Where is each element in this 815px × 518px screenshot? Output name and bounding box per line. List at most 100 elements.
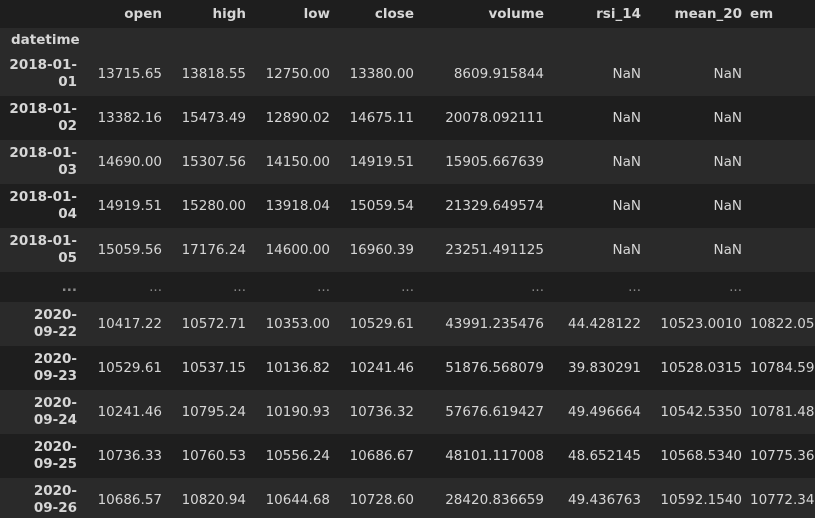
cell-low: 10644.68	[265, 492, 330, 508]
cell-rsi-14: NaN	[612, 154, 641, 170]
row-index-date-part-a: 2020-	[33, 351, 77, 367]
ellipsis-cell	[748, 272, 815, 302]
cell-open: 10736.33	[97, 448, 162, 464]
cell-low: 10556.24	[265, 448, 330, 464]
cell-low: 12750.00	[265, 66, 330, 82]
column-header-ema: em	[750, 6, 774, 22]
cell-rsi-14: NaN	[612, 242, 641, 258]
cell-volume: 51876.568079	[445, 360, 544, 376]
index-name: datetime	[11, 32, 80, 48]
row-index-date-part-b: 09-23	[33, 368, 77, 384]
cell-high: 15307.56	[181, 154, 246, 170]
cell-mean-20: 10523.0010	[660, 316, 742, 332]
row-index-date-part-a: 2020-	[33, 395, 77, 411]
cell-close: 14919.51	[349, 154, 414, 170]
cell-em: 10772.34	[750, 492, 815, 508]
index-name-row: datetime	[0, 28, 815, 52]
cell-open: 14919.51	[97, 198, 162, 214]
cell-open: 13715.65	[97, 66, 162, 82]
row-index-date-part-b: 02	[58, 118, 77, 134]
cell-em	[748, 52, 815, 96]
table-row: 2020- 09-22 10417.22 10572.71 10353.00 10529.…	[0, 302, 815, 346]
cell-close: 10736.32	[349, 404, 414, 420]
cell-rsi-14: 44.428122	[567, 316, 641, 332]
cell-low: 12890.02	[265, 110, 330, 126]
cell-high: 17176.24	[181, 242, 246, 258]
cell-low: 13918.04	[265, 198, 330, 214]
cell-volume: 8609.915844	[453, 66, 544, 82]
row-index-date: 2018-01- 03	[0, 140, 85, 184]
cell-mean-20: 10542.5350	[660, 404, 742, 420]
cell-high: 10795.24	[181, 404, 246, 420]
row-index-date: 2018-01- 04	[0, 184, 85, 228]
row-index-date-part-a: 2020-	[33, 483, 77, 499]
dataframe-output: open high low close volume rsi_14 mean_2…	[0, 0, 815, 518]
cell-close: 14675.11	[349, 110, 414, 126]
row-index-date-part-b: 03	[58, 162, 77, 178]
cell-mean-20: 10568.5340	[660, 448, 742, 464]
column-header-row: open high low close volume rsi_14 mean_2…	[0, 0, 815, 28]
cell-rsi-14: 48.652145	[567, 448, 641, 464]
cell-volume: 15905.667639	[445, 154, 544, 170]
row-index-date-part-a: 2018-01-	[9, 189, 77, 205]
row-index-date-part-b: 09-26	[33, 500, 77, 516]
table-row: 2018-01- 02 13382.16 15473.49 12890.02 14675.…	[0, 96, 815, 140]
column-header-mean-20: mean_20	[674, 6, 742, 22]
cell-close: 10686.67	[349, 448, 414, 464]
cell-low: 10136.82	[265, 360, 330, 376]
cell-low: 14600.00	[265, 242, 330, 258]
cell-mean-20: NaN	[713, 198, 742, 214]
cell-open: 10529.61	[97, 360, 162, 376]
cell-high: 10537.15	[181, 360, 246, 376]
row-index-date: 2020- 09-26	[0, 478, 85, 518]
cell-close: 13380.00	[349, 66, 414, 82]
index-corner	[0, 0, 85, 28]
table-row: 2018-01- 05 15059.56 17176.24 14600.00 16960.…	[0, 228, 815, 272]
cell-mean-20: NaN	[713, 242, 742, 258]
table-row: 2018-01- 03 14690.00 15307.56 14150.00 14919.…	[0, 140, 815, 184]
cell-volume: 20078.092111	[445, 110, 544, 126]
row-index-date-part-b: 09-22	[33, 324, 77, 340]
cell-low: 10190.93	[265, 404, 330, 420]
cell-open: 10686.57	[97, 492, 162, 508]
cell-high: 10572.71	[181, 316, 246, 332]
cell-mean-20: NaN	[713, 66, 742, 82]
cell-em: 10781.48	[750, 404, 815, 420]
table-row: 2020- 09-24 10241.46 10795.24 10190.93 10736.…	[0, 390, 815, 434]
cell-em: 10784.59	[750, 360, 815, 376]
cell-low: 14150.00	[265, 154, 330, 170]
row-index-date-part-a: 2018-01-	[9, 101, 77, 117]
cell-em	[748, 96, 815, 140]
cell-rsi-14: NaN	[612, 110, 641, 126]
ellipsis-cell: ...	[628, 279, 641, 295]
cell-em	[748, 228, 815, 272]
table-row: 2018-01- 01 13715.65 13818.55 12750.00 13380.…	[0, 52, 815, 96]
cell-open: 10417.22	[97, 316, 162, 332]
row-index-date-part-b: 09-25	[33, 456, 77, 472]
dataframe-table: open high low close volume rsi_14 mean_2…	[0, 0, 815, 518]
cell-open: 13382.16	[97, 110, 162, 126]
row-index-date-part-a: 2018-01-	[9, 57, 77, 73]
table-row: 2020- 09-25 10736.33 10760.53 10556.24 10686.…	[0, 434, 815, 478]
ellipsis-cell: ...	[531, 279, 544, 295]
ellipsis-index: ...	[61, 278, 77, 295]
row-index-date: 2020- 09-23	[0, 346, 85, 390]
cell-close: 16960.39	[349, 242, 414, 258]
row-index-date: 2018-01- 01	[0, 52, 85, 96]
cell-high: 10820.94	[181, 492, 246, 508]
cell-high: 15280.00	[181, 198, 246, 214]
column-header-low: low	[303, 6, 330, 22]
cell-mean-20: NaN	[713, 110, 742, 126]
cell-low: 10353.00	[265, 316, 330, 332]
cell-rsi-14: NaN	[612, 198, 641, 214]
cell-close: 10728.60	[349, 492, 414, 508]
cell-volume: 48101.117008	[445, 448, 544, 464]
cell-open: 15059.56	[97, 242, 162, 258]
cell-volume: 21329.649574	[445, 198, 544, 214]
cell-rsi-14: NaN	[612, 66, 641, 82]
row-index-date-part-b: 04	[58, 206, 77, 222]
cell-em: 10822.05	[750, 316, 815, 332]
table-row: 2020- 09-23 10529.61 10537.15 10136.82 10241.…	[0, 346, 815, 390]
column-header-high: high	[212, 6, 246, 22]
ellipsis-cell: ...	[149, 279, 162, 295]
